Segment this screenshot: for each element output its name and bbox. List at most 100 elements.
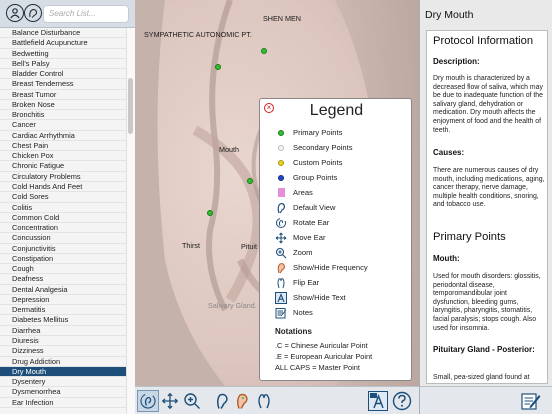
list-item[interactable]: Diuresis [0, 336, 126, 347]
point-thirst[interactable] [207, 210, 213, 216]
legend-item-areas: Areas [274, 186, 313, 199]
point-shen-men[interactable] [261, 48, 267, 54]
legend-item-flip: Flip Ear [274, 276, 319, 289]
green-dot-icon [274, 126, 288, 139]
list-item[interactable]: Cold Sores [0, 192, 126, 203]
ear-default-icon [274, 201, 288, 214]
ear-default-icon[interactable] [211, 390, 233, 412]
list-item[interactable]: Dry Mouth [0, 366, 126, 378]
mouth-heading: Mouth: [433, 254, 460, 263]
list-item[interactable]: Dermatitis [0, 305, 126, 316]
label-sympathetic: SYMPATHETIC AUTONOMIC PT. [144, 30, 252, 39]
notation-line: .E = European Auricular Point [275, 352, 373, 361]
list-item[interactable]: Dysentery [0, 377, 126, 388]
list-item[interactable]: Diarrhea [0, 326, 126, 336]
person-icon[interactable] [6, 4, 24, 22]
mouth-text: Used for mouth disorders: glossitis, per… [433, 273, 541, 332]
legend-item-text: Show/Hide Text [274, 291, 346, 304]
legend-item-move: Move Ear [274, 231, 326, 244]
rotate-ear-icon [274, 216, 288, 229]
legend-item-primary: Primary Points [274, 126, 342, 139]
list-item[interactable]: Cold Hands And Feet [0, 182, 126, 193]
list-item[interactable]: Broken Nose [0, 100, 126, 111]
description-text: Dry mouth is characterized by a decrease… [433, 75, 543, 134]
legend-item-secondary: Secondary Points [274, 141, 353, 154]
list-item[interactable]: Cough [0, 264, 126, 275]
flip-ear-icon[interactable] [253, 390, 275, 412]
pituitary-text: Small, pea-sized gland found at [433, 374, 530, 381]
legend-item-zoom: Zoom [274, 246, 312, 259]
point-mouth[interactable] [247, 178, 253, 184]
list-item[interactable]: Breast Tenderness [0, 79, 126, 90]
search-input[interactable]: Search List... [43, 5, 129, 23]
label-thirst: Thirst [182, 241, 200, 250]
list-item[interactable]: Common Cold [0, 213, 126, 224]
move-arrows-icon[interactable] [159, 390, 181, 412]
list-item[interactable]: Balance Disturbance [0, 28, 126, 39]
help-icon[interactable] [391, 390, 413, 412]
move-arrows-icon [274, 231, 288, 244]
list-item[interactable]: Chicken Pox [0, 151, 126, 162]
list-item[interactable]: Breast Tumor [0, 90, 126, 100]
list-item[interactable]: Dental Analgesia [0, 285, 126, 295]
white-dot-icon [274, 141, 288, 154]
legend-item-rotate: Rotate Ear [274, 216, 329, 229]
list-item[interactable]: Bladder Control [0, 69, 126, 80]
list-item[interactable]: Diabetes Mellitus [0, 315, 126, 326]
label-salivary-gland: Salivary Gland. [208, 301, 257, 310]
list-item[interactable]: Deafness [0, 274, 126, 285]
frequency-ear-icon[interactable] [231, 390, 253, 412]
sidebar: Search List... Balance Disturbance Battle… [0, 0, 135, 414]
flip-ear-icon [274, 276, 288, 289]
protocol-card[interactable]: Protocol Information Description: Dry mo… [426, 30, 548, 384]
text-toggle-icon[interactable] [367, 390, 389, 412]
frequency-ear-icon [274, 261, 288, 274]
list-item[interactable]: Constipation [0, 254, 126, 265]
ear-view[interactable]: SHEN MEN SYMPATHETIC AUTONOMIC PT. Mouth… [135, 0, 419, 386]
legend-item-default-view: Default View [274, 201, 336, 214]
list-item[interactable]: Ear Infection [0, 398, 126, 408]
scroll-thumb[interactable] [128, 78, 133, 134]
list-item[interactable]: Bell's Palsy [0, 59, 126, 70]
scrollbar[interactable] [126, 28, 135, 414]
notes-icon[interactable] [520, 390, 542, 412]
yellow-dot-icon [274, 156, 288, 169]
notes-icon [274, 306, 288, 319]
legend-item-frequency: Show/Hide Frequency [274, 261, 368, 274]
description-heading: Description: [433, 57, 480, 66]
list-item[interactable]: Drug Addiction [0, 357, 126, 367]
list-item[interactable]: Concentration [0, 223, 126, 234]
legend-panel: × Legend Primary Points Secondary Points… [259, 98, 412, 381]
list-item[interactable]: Cancer [0, 120, 126, 131]
condition-list: Balance Disturbance Battlefield Acupunctu… [0, 28, 126, 414]
notations-title: Notations [275, 327, 312, 336]
causes-heading: Causes: [433, 148, 465, 157]
list-item[interactable]: Bronchitis [0, 110, 126, 121]
list-item[interactable]: Bedwetting [0, 49, 126, 59]
primary-points-heading: Primary Points [433, 231, 506, 243]
area-swatch-icon [274, 186, 288, 199]
list-item[interactable]: Dizziness [0, 346, 126, 357]
list-item[interactable]: Concussion [0, 233, 126, 244]
rotate-ear-icon[interactable] [137, 390, 159, 412]
list-item[interactable]: Circulatory Problems [0, 172, 126, 182]
list-item[interactable]: Depression [0, 295, 126, 306]
pituitary-heading: Pituitary Gland - Posterior: [433, 345, 535, 354]
list-item[interactable]: Cardiac Arrhythmia [0, 131, 126, 141]
list-item[interactable]: Chest Pain [0, 141, 126, 152]
list-item[interactable]: Colitis [0, 203, 126, 213]
ear-head-icon[interactable] [24, 4, 42, 22]
page-title: Dry Mouth [425, 9, 474, 21]
list-item[interactable]: Chronic Fatigue [0, 161, 126, 172]
point-sympathetic[interactable] [215, 64, 221, 70]
legend-item-notes: Notes [274, 306, 313, 319]
notation-line: .C = Chinese Auricular Point [275, 341, 368, 350]
zoom-icon[interactable] [181, 390, 203, 412]
protocol-panel: Dry Mouth Protocol Information Descripti… [419, 0, 552, 414]
sidebar-toolbar: Search List... [0, 0, 135, 28]
list-item[interactable]: Battlefield Acupuncture [0, 38, 126, 49]
list-item[interactable]: Dysmenorrhea [0, 387, 126, 398]
notation-line: ALL CAPS = Master Point [275, 363, 360, 372]
list-item[interactable]: Conjunctivitis [0, 244, 126, 254]
causes-text: There are numerous causes of dry mouth, … [433, 167, 545, 209]
